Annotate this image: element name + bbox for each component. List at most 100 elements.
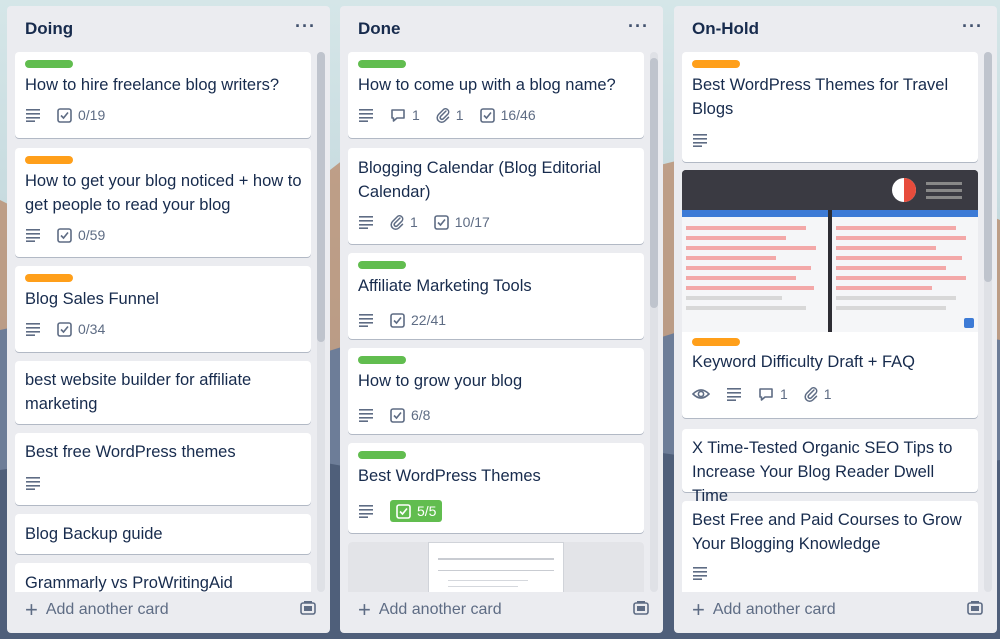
card-label-orange[interactable] [25,274,73,282]
card-badges [692,130,724,150]
list-header: On-Hold ··· [674,6,997,50]
description-lines-icon [25,108,41,122]
description-lines-icon [358,108,374,122]
card-label-orange[interactable] [25,156,73,164]
card[interactable]: Best free WordPress themes [15,433,311,505]
list-title[interactable]: On-Hold [692,19,759,39]
card[interactable]: best website builder for affiliate marke… [15,361,311,424]
description-lines-icon [726,387,742,401]
list-done: Done ··· How to come up with a blog name… [340,6,663,633]
description-lines-icon [25,228,41,242]
card-title: best website builder for affiliate marke… [25,371,252,413]
card[interactable] [348,542,644,592]
card[interactable]: Blog Sales Funnel 0/34 [15,266,311,352]
card-badges: 5/5 [358,498,458,524]
add-card-button[interactable]: + Add another card [25,597,169,623]
card[interactable]: Blogging Calendar (Blog Editorial Calend… [348,148,644,244]
card-label-green[interactable] [25,60,73,68]
comment-bubble-icon [391,108,405,122]
description-lines-icon [692,133,708,147]
kanban-board: Doing ··· How to hire freelance blog wri… [0,0,1000,639]
card-label-green[interactable] [358,451,406,459]
scroll-thumb[interactable] [984,52,992,282]
card-title: Blogging Calendar (Blog Editorial Calend… [358,159,602,201]
more-horizontal-icon[interactable]: ··· [295,16,316,37]
comment-bubble-icon [759,387,773,401]
eye-icon [692,387,710,401]
card-badges: 1 1 [692,384,848,404]
card-badges: 0/19 [25,105,121,125]
card-title: Blog Backup guide [25,525,163,543]
checkbox-icon [396,503,411,519]
description-lines-icon [358,215,374,229]
card-label-green[interactable] [358,261,406,269]
card-label-green[interactable] [358,60,406,68]
list-title[interactable]: Done [358,19,401,39]
list-scrollbar[interactable] [317,52,325,592]
more-horizontal-icon[interactable]: ··· [628,16,649,37]
card-title: Affiliate Marketing Tools [358,277,532,295]
card[interactable]: How to grow your blog 6/8 [348,348,644,434]
description-lines-icon [358,504,374,518]
plus-icon: + [25,597,38,622]
card-badges: 6/8 [358,405,446,425]
card-title: Best WordPress Themes [358,467,541,485]
checklist-badge: 0/34 [57,321,105,337]
card-badges: 1 1 16/46 [358,105,552,125]
card-badges [25,473,57,493]
list-scrollbar[interactable] [650,52,658,592]
checklist-complete-badge: 5/5 [390,500,443,522]
card[interactable]: Best WordPress Themes 5/5 [348,443,644,533]
plus-icon: + [692,597,705,622]
list-on-hold: On-Hold ··· Best WordPress Themes for Tr… [674,6,997,633]
card[interactable]: Affiliate Marketing Tools 22/41 [348,253,644,339]
card[interactable]: Best WordPress Themes for Travel Blogs [682,52,978,162]
scroll-thumb[interactable] [650,58,658,308]
card-label-orange[interactable] [692,60,740,68]
add-card-button[interactable]: + Add another card [692,597,836,623]
scroll-thumb[interactable] [317,52,325,342]
card-badges: 0/59 [25,225,121,245]
card-label-orange[interactable] [692,338,740,346]
checkbox-icon [433,214,449,230]
card-title: How to come up with a blog name? [358,76,616,94]
list-header: Doing ··· [7,6,330,50]
card[interactable]: Grammarly vs ProWritingAid [15,563,311,592]
card-title: Grammarly vs ProWritingAid [25,574,233,592]
add-card-button[interactable]: + Add another card [358,597,502,623]
card-title: Best Free and Paid Courses to Grow Your … [692,511,962,553]
description-lines-icon [692,566,708,580]
plus-icon: + [358,597,371,622]
checkbox-icon [57,107,72,123]
attachments-badge: 1 [390,214,418,230]
description-lines-icon [25,476,41,490]
card-template-icon[interactable] [633,600,649,621]
card-template-icon[interactable] [967,600,983,621]
card[interactable]: Keyword Difficulty Draft + FAQ 1 1 [682,170,978,418]
card[interactable]: How to get your blog noticed + how to ge… [15,148,311,257]
paperclip-icon [390,215,404,230]
card-container: How to come up with a blog name? 1 1 16/… [348,52,644,592]
more-horizontal-icon[interactable]: ··· [962,16,983,37]
card[interactable]: How to hire freelance blog writers? 0/19 [15,52,311,138]
card[interactable]: Best Free and Paid Courses to Grow Your … [682,501,978,592]
card[interactable]: Blog Backup guide [15,514,311,554]
card-label-green[interactable] [358,356,406,364]
card-cover-image [348,542,644,592]
paperclip-icon [436,108,450,123]
attachments-badge: 1 [804,386,832,402]
card[interactable]: X Time-Tested Organic SEO Tips to Increa… [682,429,978,505]
card-title: How to get your blog noticed + how to ge… [25,172,302,214]
checkbox-icon [57,321,72,337]
attachments-badge: 1 [436,107,464,123]
card-container: Best WordPress Themes for Travel Blogs K… [682,52,978,592]
card-title: Best free WordPress themes [25,443,236,461]
card-template-icon[interactable] [300,600,316,621]
checklist-badge: 0/19 [57,107,105,123]
checklist-badge: 16/46 [479,107,536,123]
description-lines-icon [358,408,374,422]
card-container: How to hire freelance blog writers? 0/19… [15,52,311,592]
list-title[interactable]: Doing [25,19,73,39]
list-scrollbar[interactable] [984,52,992,592]
card[interactable]: How to come up with a blog name? 1 1 16/… [348,52,644,138]
